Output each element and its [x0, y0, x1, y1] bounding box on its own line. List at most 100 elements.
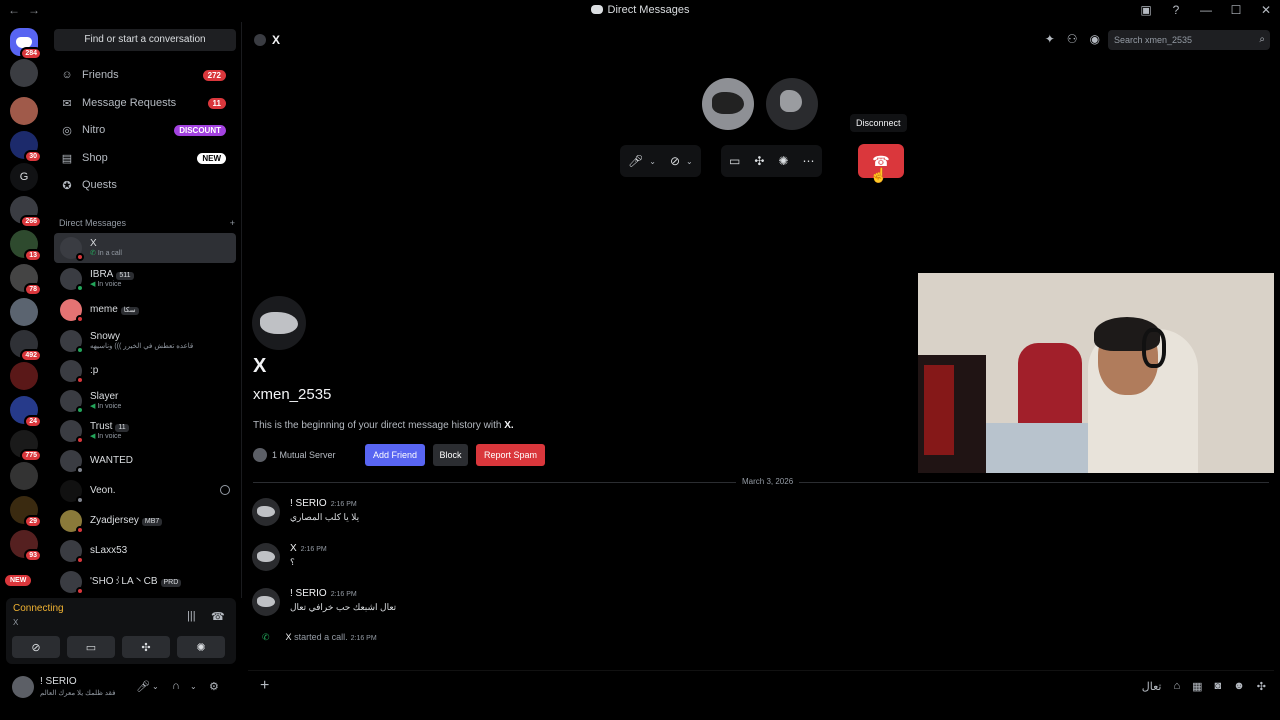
main-area: X ✦ ⚇ ◉ Search xmen_2535 ⌕ Disconnect 🎤︎ ⌄…: [242, 22, 1280, 720]
minimize-icon[interactable]: —: [1198, 2, 1214, 18]
message-text: يلا يا كلب المصاري: [290, 512, 360, 522]
server-icon[interactable]: 24: [10, 396, 42, 428]
soundboard-icon[interactable]: ✺: [778, 154, 788, 168]
profile-avatar[interactable]: [252, 296, 306, 350]
activities-button[interactable]: ✣: [122, 636, 170, 658]
message-composer[interactable]: + تعال ⌂ ▦ ◙ ☻ ✣: [248, 670, 1274, 702]
add-friends-icon[interactable]: ⚇: [1067, 32, 1078, 46]
dm-item[interactable]: sLaxx53: [54, 536, 236, 566]
gear-icon[interactable]: ⚙: [209, 680, 219, 693]
dm-item[interactable]: 'SHO꒱LA丶CB PRD: [54, 567, 236, 597]
avatar[interactable]: [252, 543, 280, 571]
dm-item[interactable]: WANTED: [54, 446, 236, 476]
message-timestamp: 2:16 PM: [300, 546, 327, 553]
more-options-icon[interactable]: ⋯: [802, 154, 814, 168]
camera-off-icon[interactable]: ⊘: [670, 154, 680, 168]
server-icon[interactable]: 13: [10, 230, 42, 262]
status-offline: [76, 496, 84, 504]
sticker-icon[interactable]: ◙: [1215, 680, 1222, 693]
close-icon[interactable]: ✕: [1258, 2, 1274, 18]
add-friend-button[interactable]: Add Friend: [365, 444, 425, 466]
server-icon[interactable]: 78: [10, 264, 42, 296]
dm-item[interactable]: Zyadjersey MB7: [54, 506, 236, 536]
server-icon[interactable]: [10, 462, 38, 490]
call-participant-avatar[interactable]: [766, 78, 818, 130]
inbox-icon[interactable]: ▣: [1138, 2, 1154, 18]
avatar: [254, 34, 266, 46]
message-author[interactable]: ! SERIO: [290, 498, 327, 509]
avatar[interactable]: [12, 676, 34, 698]
page-title: X: [254, 33, 280, 47]
search-input[interactable]: Search xmen_2535 ⌕: [1108, 30, 1270, 50]
friends-icon: ☺: [61, 69, 73, 81]
activities-icon[interactable]: ✣: [754, 154, 764, 168]
voice-channel[interactable]: X: [13, 618, 18, 627]
chevron-down-icon[interactable]: ⌄: [152, 682, 159, 691]
chevron-down-icon[interactable]: ⌄: [190, 682, 197, 691]
dm-item[interactable]: Trust 11 ◀ In voice: [54, 416, 236, 446]
message-author[interactable]: ! SERIO: [290, 588, 327, 599]
status-dnd: [76, 376, 84, 384]
pin-icon[interactable]: ✦: [1045, 32, 1055, 46]
emoji-icon[interactable]: ☻: [1233, 680, 1245, 693]
nav-friends[interactable]: ☺ Friends 272: [54, 62, 236, 88]
avatar[interactable]: [252, 498, 280, 526]
camera-off-button[interactable]: ⊘: [12, 636, 60, 658]
chevron-down-icon[interactable]: ⌄: [686, 157, 693, 166]
nav-quests[interactable]: ✪ Quests: [54, 172, 236, 198]
block-button[interactable]: Block: [433, 444, 468, 466]
add-attachment-icon[interactable]: +: [260, 677, 269, 695]
camera-off-icon: ⊘: [31, 641, 41, 654]
message-author[interactable]: X: [290, 543, 297, 554]
dm-item[interactable]: meme سكا: [54, 295, 236, 325]
webcam-video-feed[interactable]: [918, 273, 1274, 473]
headphones-icon[interactable]: ∩: [172, 680, 180, 692]
maximize-icon[interactable]: ☐: [1228, 2, 1244, 18]
noise-suppression-icon[interactable]: |||: [187, 610, 196, 622]
dm-item[interactable]: :p: [54, 356, 236, 386]
avatar[interactable]: [252, 588, 280, 616]
screen-share-button[interactable]: ▭: [67, 636, 115, 658]
server-icon[interactable]: [10, 298, 38, 326]
disconnect-icon[interactable]: ☎: [211, 610, 225, 623]
chevron-down-icon[interactable]: ⌄: [649, 157, 656, 166]
microphone-icon[interactable]: 🎤︎: [136, 680, 150, 693]
soundboard-button[interactable]: ✺: [177, 636, 225, 658]
user-profile-icon[interactable]: ◉: [1090, 32, 1100, 46]
server-icon[interactable]: 492: [10, 330, 42, 362]
help-icon[interactable]: ?: [1168, 2, 1184, 18]
server-icon[interactable]: 93: [10, 530, 42, 562]
server-icon[interactable]: [10, 362, 38, 390]
microphone-icon[interactable]: 🎤︎: [628, 154, 643, 168]
create-dm-button[interactable]: +: [230, 218, 235, 228]
nav-shop[interactable]: ▤ Shop NEW: [54, 145, 236, 171]
dm-item[interactable]: Slayer ◀ In voice: [54, 386, 236, 416]
user-status: فقد ظلمك يلا معرك العالم: [40, 690, 116, 697]
home-button[interactable]: 284: [10, 28, 42, 60]
server-icon[interactable]: 29: [10, 496, 42, 528]
server-icon[interactable]: 30: [10, 131, 42, 163]
dm-item[interactable]: IBRA 511 ◀ In voice: [54, 264, 236, 294]
gif-icon[interactable]: ▦: [1192, 680, 1202, 693]
dm-beginning-text: This is the beginning of your direct mes…: [253, 420, 514, 431]
gift-icon[interactable]: ⌂: [1173, 680, 1180, 693]
dm-item[interactable]: Snowy قاعده تعطش في الخيرر ))) وناسيهه: [54, 326, 236, 356]
dm-item[interactable]: X ✆ In a call: [54, 233, 236, 263]
dm-item[interactable]: Veon.: [54, 476, 236, 506]
find-conversation-button[interactable]: Find or start a conversation: [54, 29, 236, 51]
report-spam-button[interactable]: Report Spam: [476, 444, 545, 466]
server-icon[interactable]: 266: [10, 196, 42, 228]
server-icon[interactable]: G: [10, 163, 38, 191]
server-icon[interactable]: [10, 97, 38, 125]
unread-badge: 266: [20, 215, 42, 228]
screen-share-icon[interactable]: ▭: [729, 154, 740, 168]
window-title: Direct Messages: [0, 4, 1280, 16]
apps-icon[interactable]: ✣: [1257, 680, 1266, 693]
nav-nitro[interactable]: ◎ Nitro DISCOUNT: [54, 117, 236, 143]
server-icon[interactable]: 775: [10, 430, 42, 462]
call-participant-avatar[interactable]: [702, 78, 754, 130]
server-icon[interactable]: [10, 59, 38, 87]
mutual-servers[interactable]: 1 Mutual Server: [253, 448, 336, 462]
nav-message-requests[interactable]: ✉ Message Requests 11: [54, 90, 236, 116]
avatar: [60, 510, 84, 534]
